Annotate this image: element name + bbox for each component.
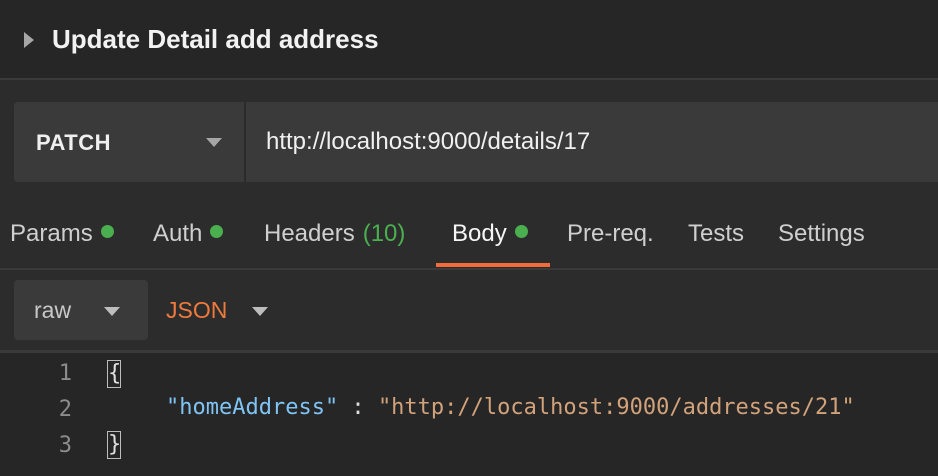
- tab-label: Tests: [688, 220, 745, 247]
- tab-label: Body: [452, 220, 507, 247]
- request-pane: Update Detail add address PATCH http://l…: [0, 0, 938, 476]
- tab-tests[interactable]: Tests: [688, 220, 744, 248]
- status-dot-icon: [210, 225, 224, 238]
- method-label: PATCH: [36, 130, 112, 155]
- tab-headers[interactable]: Headers (10): [264, 220, 405, 248]
- tab-label: Headers: [264, 220, 355, 247]
- chevron-down-icon[interactable]: [252, 307, 268, 316]
- tab-params[interactable]: Params: [10, 220, 114, 248]
- tab-pre-request[interactable]: Pre-req.: [567, 220, 654, 248]
- tab-label: Auth: [153, 220, 203, 247]
- expand-caret-icon[interactable]: [24, 32, 34, 48]
- tab-label: Params: [10, 220, 93, 247]
- tab-label: Settings: [778, 220, 865, 247]
- request-tabs: Params Auth Headers (10) Body Pre-req. Te…: [0, 200, 938, 270]
- line-number: 2: [58, 397, 72, 422]
- method-dropdown[interactable]: PATCH: [14, 102, 246, 182]
- body-mode-label: raw: [34, 297, 72, 323]
- tab-body[interactable]: Body: [452, 220, 528, 248]
- body-mode-dropdown[interactable]: raw: [14, 280, 148, 340]
- request-header: Update Detail add address: [0, 0, 938, 80]
- line-number: 1: [58, 361, 72, 386]
- url-bar: PATCH http://localhost:9000/details/17: [14, 102, 938, 182]
- line-number: 3: [58, 433, 72, 458]
- request-title[interactable]: Update Detail add address: [52, 24, 379, 55]
- json-separator: :: [338, 395, 378, 420]
- tab-label: Pre-req.: [567, 220, 654, 247]
- tab-settings[interactable]: Settings: [778, 220, 865, 248]
- status-dot-icon: [100, 225, 114, 238]
- url-input[interactable]: http://localhost:9000/details/17: [266, 128, 590, 156]
- open-brace: {: [107, 360, 122, 388]
- chevron-down-icon: [104, 307, 120, 316]
- status-dot-icon: [514, 225, 528, 238]
- chevron-down-icon: [206, 138, 222, 147]
- body-format-dropdown[interactable]: JSON: [166, 297, 227, 324]
- json-value: "http://localhost:9000/addresses/21": [377, 395, 855, 420]
- json-line: "homeAddress" : "http://localhost:9000/a…: [166, 395, 855, 420]
- json-key: "homeAddress": [166, 395, 339, 420]
- close-brace: }: [107, 431, 122, 459]
- headers-count: (10): [362, 220, 406, 247]
- active-tab-indicator: [436, 263, 550, 267]
- code-editor[interactable]: 1 2 3 { "homeAddress" : "http://localhos…: [0, 350, 938, 476]
- tab-auth[interactable]: Auth: [153, 220, 224, 248]
